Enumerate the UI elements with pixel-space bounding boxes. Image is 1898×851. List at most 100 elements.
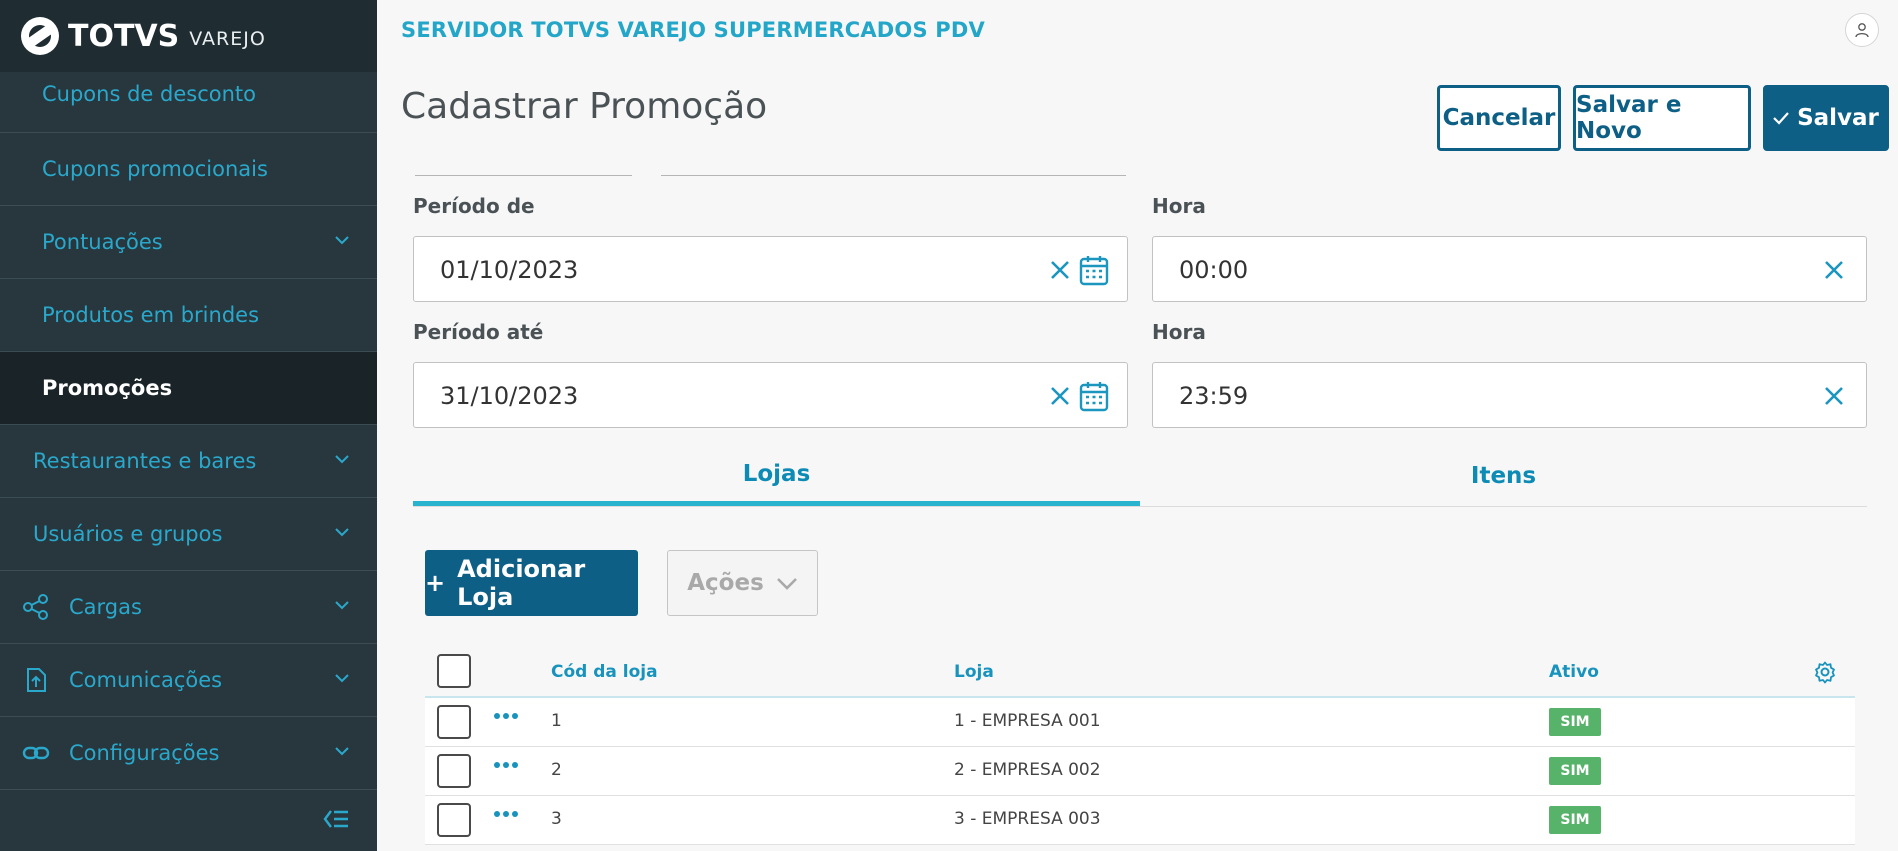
period-to-field [413,362,1128,428]
link-icon [22,746,50,760]
field-underline [661,175,1126,176]
brand-name: TOTVS [68,18,180,54]
brand-product: VAREJO [189,27,266,50]
row-checkbox[interactable] [437,754,471,788]
period-to-label: Período até [413,320,544,344]
user-menu-button[interactable] [1845,13,1879,47]
cell-store: 3 - EMPRESA 003 [954,809,1101,829]
sidebar-item-label: Cargas [69,595,142,619]
chevron-down-icon [335,601,349,610]
column-header-store[interactable]: Loja [954,662,994,682]
select-all-checkbox[interactable] [437,654,471,688]
check-icon [1773,112,1789,125]
sidebar-item-label: Cupons promocionais [42,157,268,181]
share-icon [23,594,48,620]
field-underline [415,175,632,176]
sidebar-item-produtos-brindes[interactable]: Produtos em brindes [0,279,377,352]
plus-icon: + [425,569,446,597]
sidebar: TOTVS VAREJO Cupons de desconto Cupons p… [0,0,377,851]
period-to-input[interactable] [438,375,1002,417]
table-row: 2 2 - EMPRESA 002 SIM [425,747,1855,796]
clear-icon[interactable] [1821,257,1847,283]
cell-code: 3 [551,809,562,829]
sidebar-item-configuracoes[interactable]: Configurações [0,717,377,790]
sidebar-nav: Cupons de desconto Cupons promocionais P… [0,56,377,790]
sidebar-item-usuarios-grupos[interactable]: Usuários e grupos [0,498,377,571]
save-button-label: Salvar [1797,105,1879,131]
calendar-icon[interactable] [1079,254,1109,286]
table-header: Cód da loja Loja Ativo [425,650,1855,698]
chevron-down-icon [776,578,797,590]
period-from-field [413,236,1128,302]
chevron-down-icon [335,747,349,756]
column-header-active[interactable]: Ativo [1549,662,1599,682]
hour-to-field [1152,362,1867,428]
actions-dropdown[interactable]: Ações [667,550,818,616]
user-icon [1855,23,1869,38]
status-badge: SIM [1549,708,1601,736]
file-upload-icon [27,668,46,692]
tab-label: Lojas [742,460,811,487]
app-title: SERVIDOR TOTVS VAREJO SUPERMERCADOS PDV [401,18,985,42]
save-new-button[interactable]: Salvar e Novo [1573,85,1751,151]
chevron-down-icon [335,528,349,537]
sidebar-item-restaurantes[interactable]: Restaurantes e bares [0,425,377,498]
sidebar-item-label: Produtos em brindes [42,303,260,327]
hour-from-label: Hora [1152,194,1206,218]
actions-dropdown-label: Ações [687,570,764,596]
tab-itens[interactable]: Itens [1140,446,1867,506]
hour-to-input[interactable] [1177,375,1741,417]
add-store-button[interactable]: + Adicionar Loja [425,550,638,616]
save-new-button-label: Salvar e Novo [1576,92,1682,144]
status-badge: SIM [1549,806,1601,834]
more-options-icon[interactable] [493,710,519,722]
tab-bar: Lojas Itens [413,446,1867,507]
sidebar-item-label: Restaurantes e bares [33,449,257,473]
sidebar-item-label: Configurações [69,741,220,765]
more-options-icon[interactable] [493,759,519,771]
column-header-code[interactable]: Cód da loja [551,662,658,682]
row-checkbox[interactable] [437,705,471,739]
sidebar-item-label: Promoções [42,376,173,400]
period-from-input[interactable] [438,249,1002,291]
clear-icon[interactable] [1821,383,1847,409]
totvs-logo-icon [21,17,59,55]
sidebar-item-label: Comunicações [69,668,223,692]
hour-from-input[interactable] [1177,249,1741,291]
cancel-button-label: Cancelar [1442,105,1556,131]
hour-from-field [1152,236,1867,302]
save-button[interactable]: Salvar [1763,85,1889,151]
clear-icon[interactable] [1047,383,1073,409]
tab-lojas[interactable]: Lojas [413,446,1140,506]
more-options-icon[interactable] [493,808,519,820]
add-store-label: Adicionar Loja [457,555,586,611]
cell-store: 2 - EMPRESA 002 [954,760,1101,780]
status-badge: SIM [1549,757,1601,785]
hour-to-label: Hora [1152,320,1206,344]
sidebar-item-label: Usuários e grupos [33,522,223,546]
calendar-icon[interactable] [1079,380,1109,412]
sidebar-item-promocoes[interactable]: Promoções [0,352,377,425]
gear-icon[interactable] [1813,660,1837,684]
collapse-menu-icon[interactable] [322,807,350,831]
table-row: 3 3 - EMPRESA 003 SIM [425,796,1855,845]
page-title: Cadastrar Promoção [401,86,768,127]
chevron-down-icon [335,674,349,683]
cell-code: 2 [551,760,562,780]
sidebar-item-comunicacoes[interactable]: Comunicações [0,644,377,717]
sidebar-item-cargas[interactable]: Cargas [0,571,377,644]
table-row: 1 1 - EMPRESA 001 SIM [425,698,1855,747]
sidebar-item-pontuacoes[interactable]: Pontuações [0,206,377,279]
sidebar-item-cupons-desconto[interactable]: Cupons de desconto [0,56,377,133]
clear-icon[interactable] [1047,257,1073,283]
cell-store: 1 - EMPRESA 001 [954,711,1101,731]
cancel-button[interactable]: Cancelar [1437,85,1561,151]
tab-label: Itens [1470,463,1537,489]
row-checkbox[interactable] [437,803,471,837]
chevron-down-icon [335,455,349,464]
cell-code: 1 [551,711,562,731]
chevron-down-icon [335,236,349,245]
period-from-label: Período de [413,194,535,218]
sidebar-item-label: Pontuações [42,230,163,254]
sidebar-item-cupons-promocionais[interactable]: Cupons promocionais [0,133,377,206]
